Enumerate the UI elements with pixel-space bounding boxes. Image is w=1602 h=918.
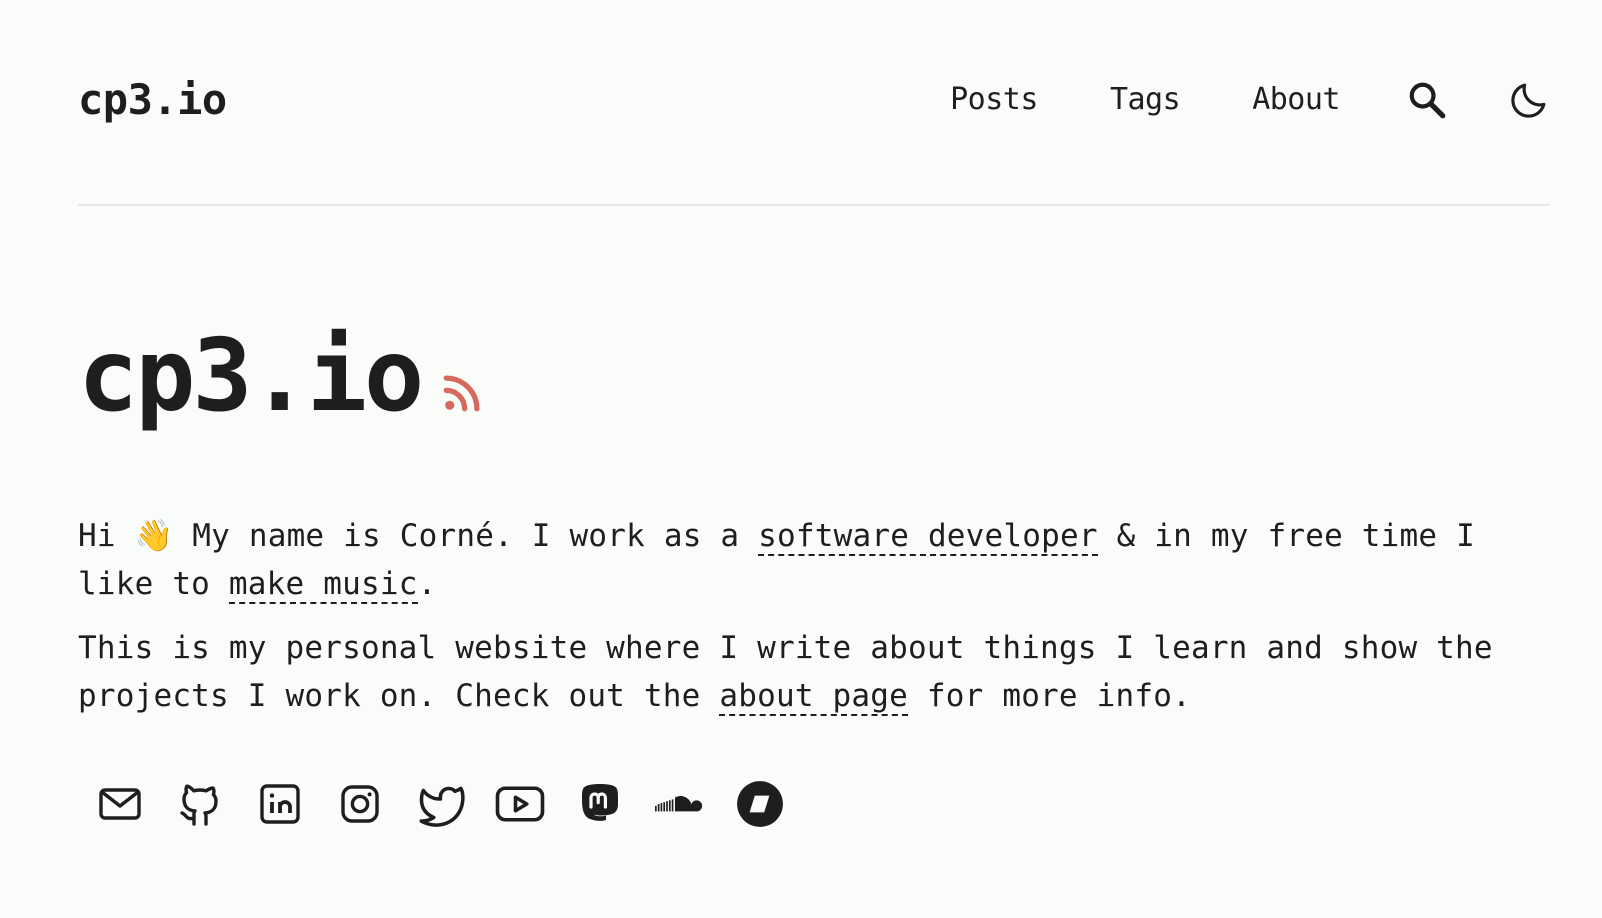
intro-text-span: Hi 👋 My name is Corné. I work as a [78,518,759,554]
main-nav: Posts Tags About [950,79,1550,121]
rss-icon[interactable] [441,372,483,414]
social-links [92,776,812,832]
software-developer-link[interactable]: software developer [758,518,1098,556]
intro-paragraph-2: This is my personal website where I writ… [78,624,1558,720]
search-icon[interactable] [1406,79,1448,121]
soundcloud-icon[interactable] [652,776,708,832]
bandcamp-icon[interactable] [732,776,788,832]
intro-text-span: . [417,566,437,602]
make-music-link[interactable]: make music [228,566,418,604]
intro-paragraph-1: Hi 👋 My name is Corné. I work as a softw… [78,512,1558,608]
nav-posts[interactable]: Posts [950,85,1038,115]
site-header: cp3.io Posts Tags About [78,58,1550,142]
site-logo[interactable]: cp3.io [78,79,227,121]
nav-tags[interactable]: Tags [1110,85,1181,115]
nav-about[interactable]: About [1252,85,1340,115]
title-block: cp3.io [78,326,483,426]
email-icon[interactable] [92,776,148,832]
about-page-link[interactable]: about page [719,678,909,716]
linkedin-icon[interactable] [252,776,308,832]
github-icon[interactable] [172,776,228,832]
moon-icon[interactable] [1508,79,1550,121]
page-title: cp3.io [78,317,424,434]
instagram-icon[interactable] [332,776,388,832]
intro-text: Hi 👋 My name is Corné. I work as a softw… [78,512,1558,736]
youtube-icon[interactable] [492,776,548,832]
page: cp3.io Posts Tags About cp3.io Hi 👋 My n… [0,0,1602,918]
twitter-icon[interactable] [412,776,468,832]
intro-text-span: for more info. [908,678,1191,714]
mastodon-icon[interactable] [572,776,628,832]
header-divider [78,204,1550,206]
